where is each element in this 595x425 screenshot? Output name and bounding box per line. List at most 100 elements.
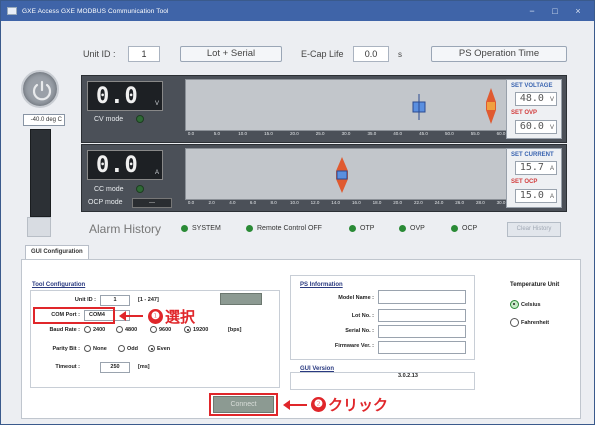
radio-icon [118,345,125,352]
cv-mode-led [136,115,144,123]
alarm-remote-label: Remote Control OFF [257,225,322,232]
radio-icon [84,326,91,333]
power-icon [32,80,52,101]
power-button[interactable] [21,70,59,108]
alarm-system-label: SYSTEM [192,225,221,232]
parity-option-even[interactable]: Even [148,345,170,352]
step2-annotation: ❷ クリック [311,394,388,415]
maximize-button[interactable]: □ [544,1,566,21]
scale-tick-label: 12.0 [310,200,320,205]
ocp-mode-value: — [132,198,172,208]
alarm-remote-control: Remote Control OFF [246,225,322,232]
scale-tick-label: 8.0 [270,200,277,205]
step1-number: ❶ [148,309,163,324]
scale-tick-label: 20.0 [289,131,299,136]
model-name-field [378,290,466,304]
set-ovp-field[interactable]: 60.0 V [515,120,557,134]
voltage-panel: 0.0 V CV mode 0.0 5.0 10.0 15.0 20.0 25.0 30.0… [81,75,567,143]
baud-option-4800[interactable]: 4800 [116,326,137,333]
lot-no-label: Lot No. : [351,313,374,319]
alarm-otp-label: OTP [360,225,375,232]
set-current-unit: A [549,166,554,172]
tab-gui-configuration[interactable]: GUI Configuration [25,245,89,259]
scale-tick-label: 20.0 [393,200,403,205]
gui-version-box [290,372,475,390]
unit-id-field[interactable]: 1 [128,46,160,62]
baud-option-19200[interactable]: 19200 [184,326,208,333]
lot-no-field [378,309,466,322]
temp-option-fahrenheit[interactable]: Fahrenheit [510,318,549,327]
baud-rate-label: Baud Rate : [49,327,80,333]
current-panel: 0.0 A CC mode OCP mode — 0.0 2.0 4.0 6.0 8.0… [81,144,567,212]
alarm-ocp: OCP [451,225,477,232]
alarm-system-led [181,225,188,232]
current-display: 0.0 A [87,150,163,180]
alarm-remote-led [246,225,253,232]
scale-tick-label: 28.0 [475,200,485,205]
cv-mode-label: CV mode [94,116,124,123]
gui-configuration-panel: Tool Configuration Unit ID : 1 [1 - 247]… [21,259,581,419]
side-button[interactable] [27,217,51,237]
serial-no-field [378,325,466,338]
ps-operation-time-button[interactable]: PS Operation Time [431,46,567,62]
step1-arrow [119,311,143,321]
firmware-field [378,341,466,354]
scale-tick-label: 6.0 [249,200,257,205]
parity-option-odd[interactable]: Odd [118,345,138,352]
serial-no-label: Serial No. : [345,328,374,334]
alarm-ovp-label: OVP [410,225,425,232]
alarm-ocp-label: OCP [462,225,478,232]
baud-4800-label: 4800 [125,326,138,333]
timeout-unit: [ms] [138,364,150,370]
baud-2400-label: 2400 [93,326,106,333]
scale-tick-label: 16.0 [351,200,361,205]
scale-tick-label: 10.0 [238,131,248,136]
timeout-input[interactable]: 250 [100,362,130,373]
voltage-readout: 0.0 [96,84,139,109]
scale-tick-label: 30.0 [341,131,351,136]
tool-unit-id-input[interactable]: 1 [100,295,130,306]
clear-history-button[interactable]: Clear History [507,222,561,237]
baud-option-2400[interactable]: 2400 [84,326,105,333]
set-voltage-field[interactable]: 48.0 V [515,92,557,106]
radio-selected-icon [510,300,519,309]
voltage-unit: V [154,101,159,107]
minimize-button[interactable]: − [521,1,543,21]
lot-serial-button[interactable]: Lot + Serial [180,46,282,62]
temperature-unit-title: Temperature Unit [510,282,560,288]
set-ocp-value: 15.0 [519,190,544,201]
alarm-history-title: Alarm History [89,222,162,236]
baud-option-9600[interactable]: 9600 [150,326,171,333]
scale-tick-label: 50.0 [444,131,454,136]
scale-tick-label: 40.0 [393,131,403,136]
current-settings: SET CURRENT 15.7 A SET OCP 15.0 A [506,148,562,208]
close-button[interactable]: × [567,1,589,21]
tool-unit-id-range: [1 - 247] [138,297,159,303]
radio-selected-icon [184,326,191,333]
parity-none-label: None [93,345,107,352]
scale-tick-label: 0.0 [187,131,195,136]
set-ocp-field[interactable]: 15.0 A [515,189,557,203]
current-unit: A [154,170,159,176]
temperature-bar [30,129,51,217]
voltage-set-marker [412,94,426,120]
parity-option-none[interactable]: None [84,345,107,352]
tool-unit-id-label: Unit ID : [74,297,96,303]
parity-label: Parity Bit : [52,346,80,352]
step2-number: ❷ [311,397,326,412]
tool-config-title: Tool Configuration [32,282,86,288]
set-ovp-unit: V [549,125,554,131]
connect-button[interactable]: Connect [213,396,274,413]
temp-option-celsius[interactable]: Celsius [510,300,541,309]
set-ovp-title: SET OVP [511,110,538,116]
set-ovp-value: 60.0 [519,121,544,132]
tool-config-button[interactable] [220,293,262,305]
radio-icon [84,345,91,352]
scale-tick-label: 22.0 [413,200,423,205]
baud-9600-label: 9600 [159,326,172,333]
set-current-field[interactable]: 15.7 A [515,161,557,175]
ecap-life-value: 0.0 [353,46,389,62]
scale-tick-label: 55.0 [470,131,480,136]
app-icon [7,7,17,15]
set-voltage-unit: V [549,97,554,103]
